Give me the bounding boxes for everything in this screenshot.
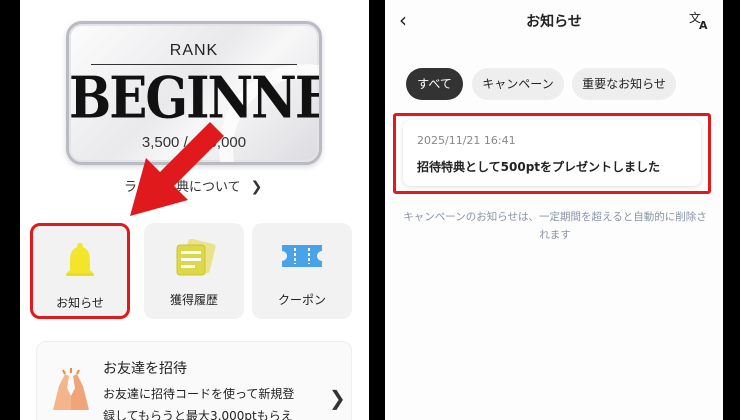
filter-chip-campaign[interactable]: キャンペーン [472,68,564,100]
notice-item[interactable]: 2025/11/21 16:41 招待特典として500ptをプレゼントしました [403,120,701,186]
chevron-right-icon: ❯ [329,386,346,410]
news-tile-label: お知らせ [56,296,104,310]
page-title: お知らせ [526,14,582,30]
history-tile-label: 獲得履歴 [169,293,218,307]
svg-text:A: A [699,19,708,30]
invite-friend-card[interactable]: お友達を招待 お友達に招待コードを使って新規登 録してもらうと最大3,000pt… [36,341,352,420]
header: ‹ お知らせ 文 A [385,0,723,40]
invite-desc-line: お友達に招待コードを使って新規登 [103,387,295,401]
deletion-note: キャンペーンのお知らせは、一定期間を超えると自動的に削除されます [403,211,707,241]
bell-icon [63,242,97,286]
chevron-right-icon: ❯ [250,179,263,195]
notice-text: 招待特典として500ptをプレゼントしました [417,160,661,174]
left-screen: RANK BEGINNER 3,500 / 100,000 ランク特典について❯… [20,0,369,420]
coupon-tile[interactable]: クーポン [252,223,352,319]
notice-date: 2025/11/21 16:41 [417,134,516,147]
invite-description: お友達に招待コードを使って新規登 録してもらうと最大3,000ptもらえ [103,383,323,420]
rank-label: RANK [169,42,219,59]
coupon-icon [280,239,324,277]
translate-icon[interactable]: 文 A [689,10,711,34]
invite-desc-line: 録してもらうと最大3,000ptもらえ [103,409,293,420]
news-tile[interactable]: お知らせ [30,223,130,319]
invite-title: お友達を招待 [103,361,187,377]
right-screen: ‹ お知らせ 文 A すべて キャンペーン 重要なお知らせ 2025/11/21… [385,0,723,420]
filter-chip-important[interactable]: 重要なお知らせ [572,68,676,100]
high-five-icon [49,366,93,420]
history-icon [171,238,217,283]
filter-chip-all[interactable]: すべて [406,68,463,100]
coupon-tile-label: クーポン [277,293,326,307]
red-arrow-annotation [128,118,228,222]
history-tile[interactable]: 獲得履歴 [144,223,244,319]
